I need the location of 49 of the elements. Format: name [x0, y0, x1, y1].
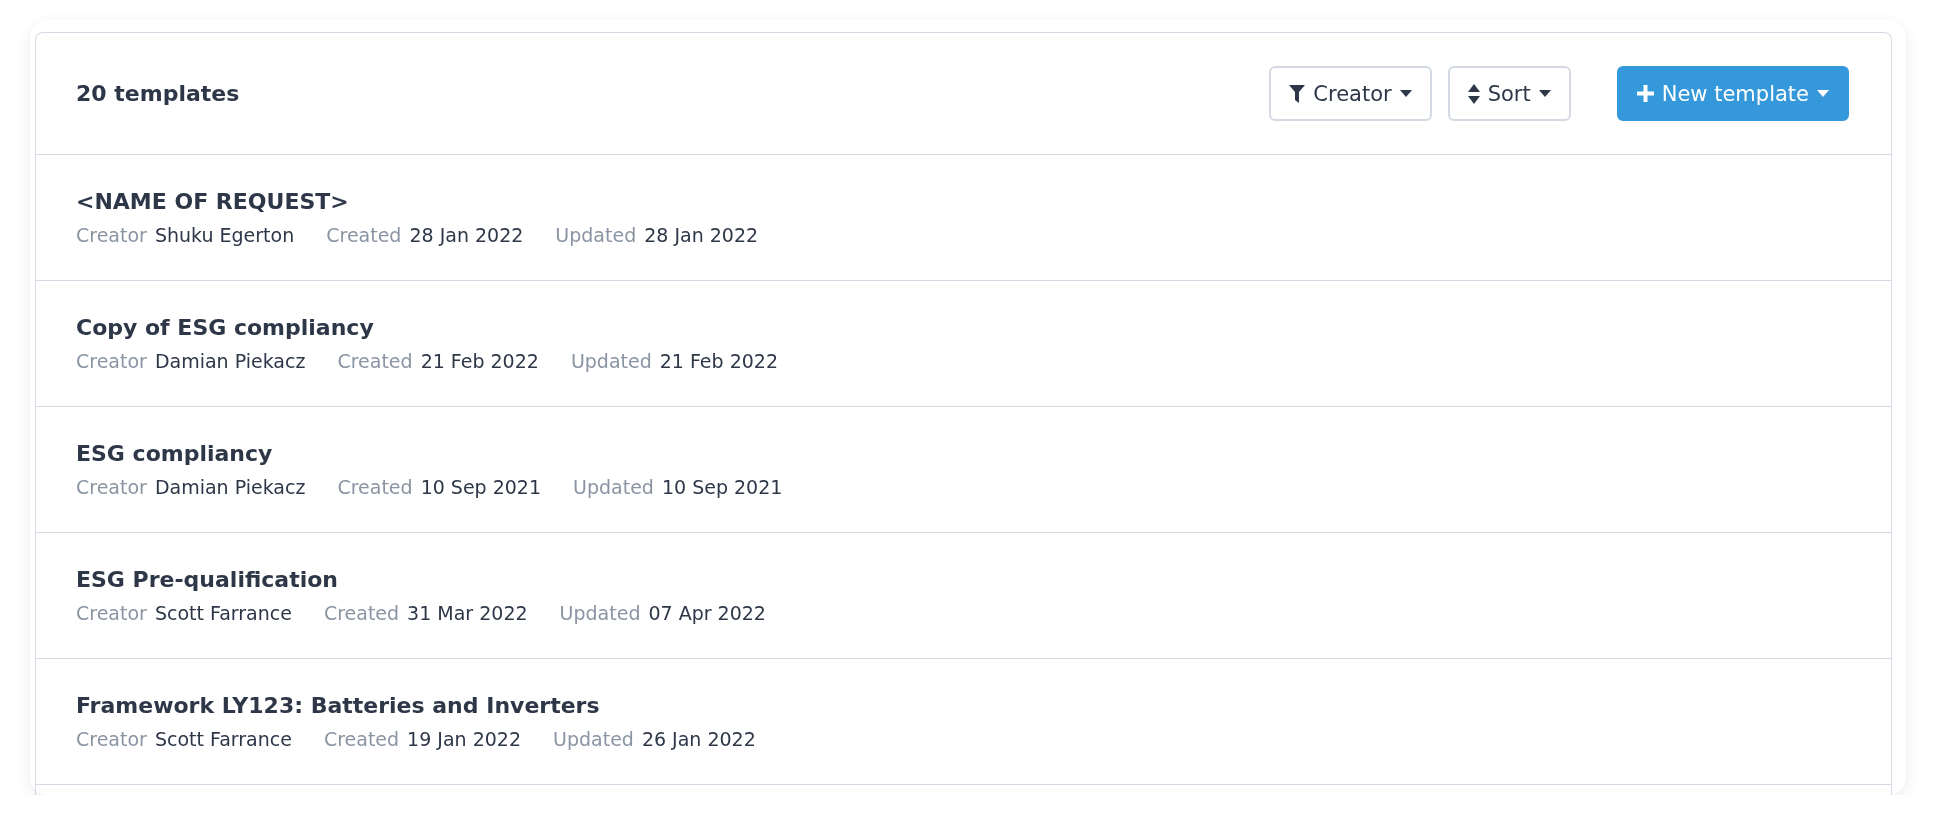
creator-label: Creator — [76, 602, 147, 624]
updated-label: Updated — [573, 476, 654, 498]
creator-label: Creator — [76, 224, 147, 246]
creator-name: Scott Farrance — [154, 728, 292, 750]
created-label: Created — [337, 476, 413, 498]
created-date: 31 Mar 2022 — [407, 602, 528, 624]
template-row[interactable]: Framework LY123: Batteries and Inverters Creator Scott Farrance Created 19 Jan 2022 Updated 26 Jan 2022 — [36, 659, 1891, 785]
caret-icon — [1399, 89, 1412, 98]
template-row[interactable]: <NAME OF REQUEST> Creator Shuku Egerton Created 28 Jan 2022 Updated 28 Jan 2022 — [36, 155, 1891, 281]
template-row[interactable]: Copy of ESG compliancy Creator Damian Piekacz Created 21 Feb 2022 Updated 21 Feb 2022 — [36, 281, 1891, 407]
template-title: Framework LY123: Batteries and Inverters — [76, 693, 601, 718]
updated-date: 28 Jan 2022 — [644, 224, 759, 246]
updated-date: 26 Jan 2022 — [641, 728, 756, 750]
updated-label: Updated — [570, 350, 652, 372]
updated-date: 10 Sep 2021 — [661, 476, 783, 498]
updated-label: Updated — [553, 728, 634, 750]
filter-button[interactable]: Creator — [1269, 66, 1432, 121]
creator-name: Shuku Egerton — [154, 224, 295, 246]
sort-icon — [1467, 83, 1480, 104]
template-title: Copy of ESG compliancy — [76, 315, 375, 340]
created-label: Created — [323, 728, 400, 750]
updated-label: Updated — [555, 224, 637, 246]
creator-label: Creator — [76, 728, 147, 750]
template-title: <NAME OF REQUEST> — [76, 189, 350, 214]
creator-name: Damian Piekacz — [154, 350, 306, 372]
template-row[interactable]: ESG compliancy Creator Damian Piekacz Created 10 Sep 2021 Updated 10 Sep 2021 — [36, 407, 1891, 533]
updated-date: 21 Feb 2022 — [659, 350, 778, 372]
created-date: 19 Jan 2022 — [407, 728, 521, 750]
caret-icon — [1538, 89, 1551, 98]
creator-name: Damian Piekacz — [154, 476, 306, 498]
created-date: 28 Jan 2022 — [409, 224, 524, 246]
template-row[interactable]: ESG Pre-qualification Creator Scott Farrance Created 31 Mar 2022 Updated 07 Apr 2022 — [36, 533, 1891, 659]
caret-icon — [1817, 89, 1829, 98]
sort-button[interactable]: Sort — [1447, 66, 1571, 121]
creator-label: Creator — [76, 350, 147, 372]
plus-icon — [1636, 85, 1654, 102]
updated-label: Updated — [559, 602, 641, 624]
template-title: ESG Pre-qualification — [76, 567, 339, 592]
created-date: 21 Feb 2022 — [420, 350, 539, 372]
template-title: ESG compliancy — [76, 441, 274, 466]
created-label: Created — [337, 350, 413, 372]
creator-name: Scott Farrance — [154, 602, 292, 624]
filter-icon — [1289, 84, 1306, 103]
created-label: Created — [323, 602, 400, 624]
updated-date: 07 Apr 2022 — [648, 602, 766, 624]
created-label: Created — [326, 224, 402, 246]
creator-label: Creator — [76, 476, 147, 498]
created-date: 10 Sep 2021 — [420, 476, 542, 498]
template-count: 20 templates — [76, 81, 241, 106]
